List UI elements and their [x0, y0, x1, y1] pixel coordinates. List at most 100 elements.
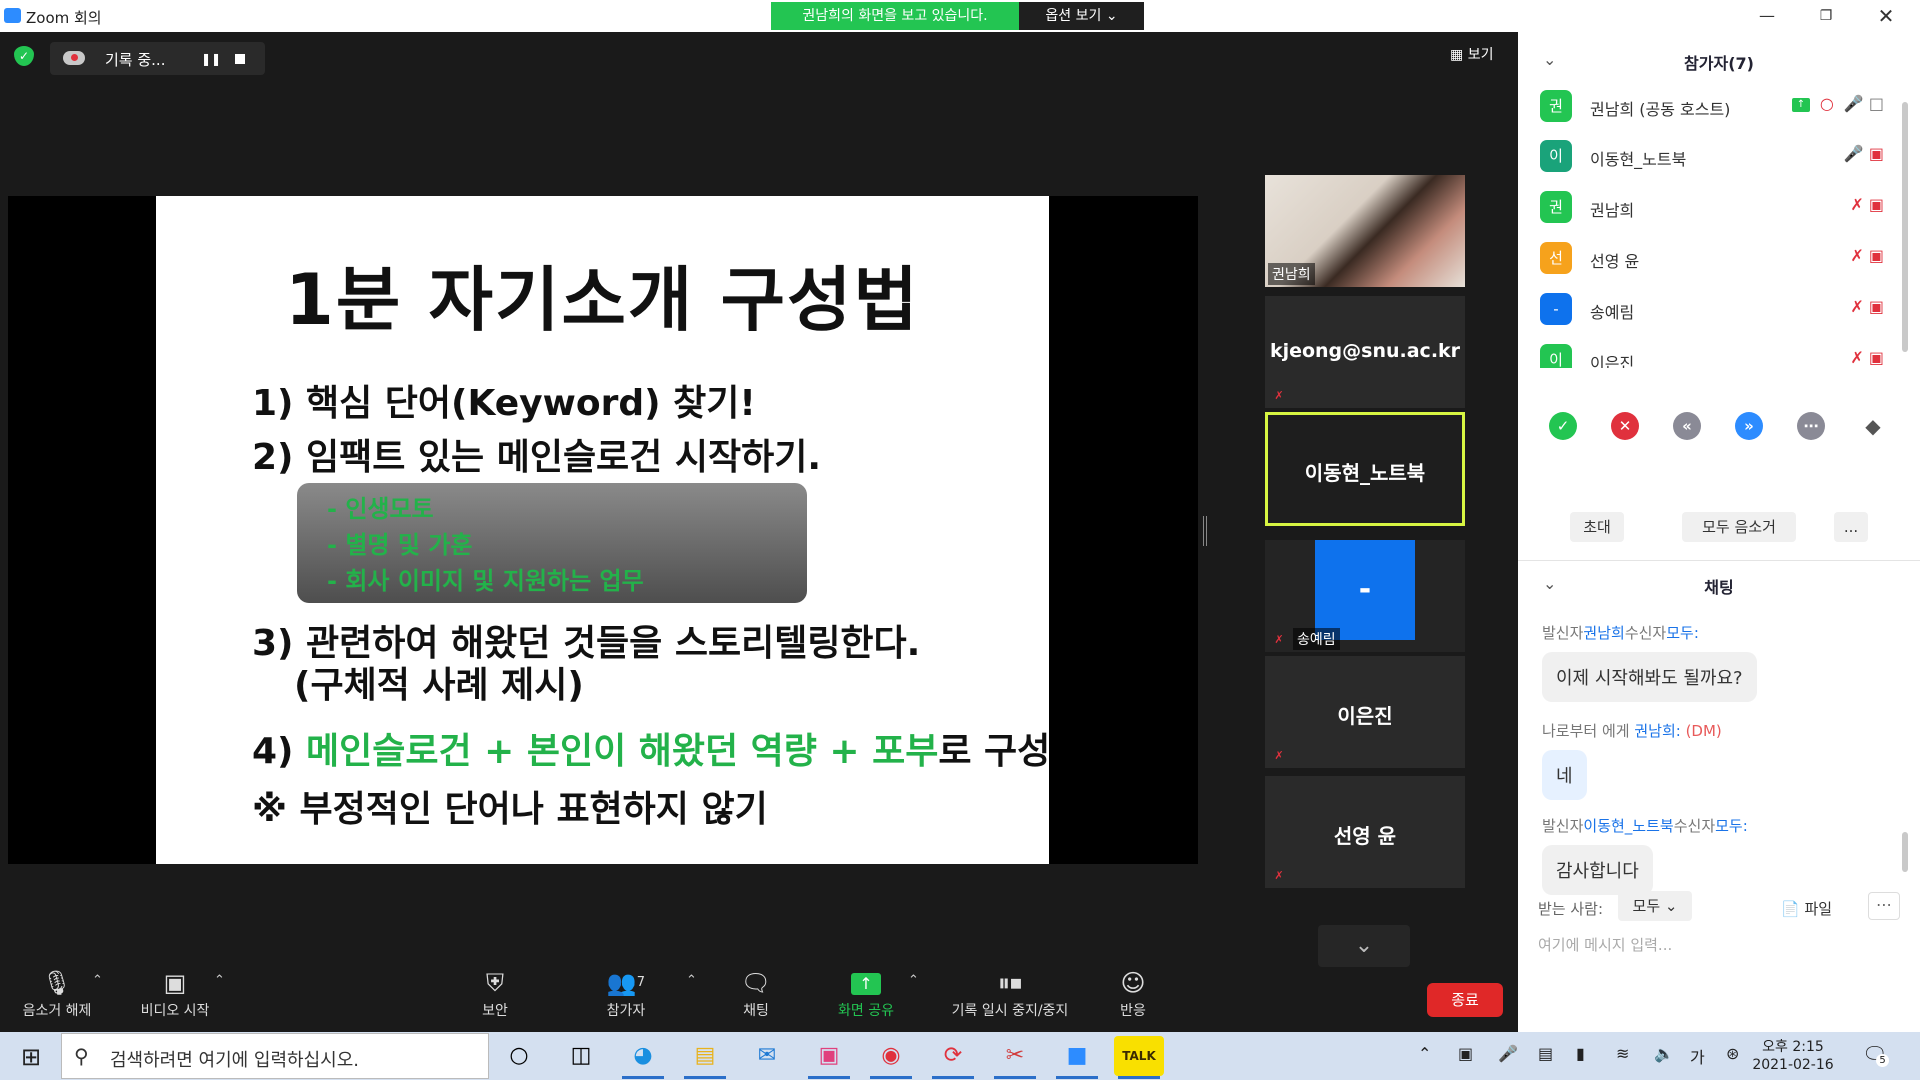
send-to-label: 받는 사람: — [1538, 900, 1604, 918]
screen-tray-icon[interactable]: ▤ — [1538, 1044, 1553, 1063]
no-icon[interactable]: ✕ — [1611, 412, 1639, 440]
snip-tool-icon[interactable]: ✂ — [990, 1036, 1040, 1079]
chat-more-icon[interactable]: ⋯ — [1868, 892, 1900, 920]
go-faster-icon[interactable]: » — [1735, 412, 1763, 440]
tile-name: 이동현_노트북 — [1304, 461, 1426, 485]
chat-scrollbar[interactable] — [1902, 832, 1908, 872]
security-button[interactable]: ⛨ 보안 — [470, 965, 520, 1021]
participant-row[interactable]: - 송예림 ✗ ▣ — [1540, 287, 1900, 331]
zoom-app-icon[interactable]: ■ — [1052, 1036, 1102, 1079]
pause-recording-icon[interactable]: ❚❚ — [200, 48, 222, 70]
security-shield-icon[interactable]: ✓ — [14, 46, 34, 66]
start-video-button[interactable]: ▣ 비디오 시작 — [130, 965, 220, 1021]
camera-tray-icon[interactable]: ▣ — [1458, 1044, 1473, 1063]
chat-button[interactable]: 🗨 채팅 — [733, 965, 779, 1021]
recipient-name[interactable]: 권남희: — [1634, 722, 1680, 740]
restore-icon[interactable]: ❐ — [1806, 4, 1846, 28]
sender-name[interactable]: 이동현_노트북 — [1583, 817, 1673, 835]
messenger-app-icon[interactable]: ▣ — [804, 1036, 854, 1079]
stop-recording-icon[interactable] — [235, 54, 245, 64]
participants-scrollbar[interactable] — [1902, 102, 1908, 352]
sender-name[interactable]: 권남희 — [1583, 624, 1624, 642]
resize-handle[interactable] — [1203, 516, 1207, 546]
collapse-chevron-icon[interactable]: ⌄ — [1543, 574, 1556, 593]
participants-icon: 👥7 — [606, 969, 646, 997]
task-view-icon[interactable]: ◫ — [556, 1036, 606, 1076]
viewing-banner: 권남희의 화면을 보고 있습니다. — [771, 2, 1019, 30]
system-clock[interactable]: 오후 2:15 2021-02-16 — [1748, 1038, 1838, 1074]
unmute-button[interactable]: 🎙 음소거 해제 — [14, 965, 100, 1021]
video-tile[interactable]: 선영 윤 ✗ — [1265, 776, 1465, 888]
record-pause-stop-button[interactable]: ⏸⏹ 기록 일시 중지/중지 — [935, 965, 1085, 1021]
battery-icon[interactable]: ▮ — [1576, 1044, 1585, 1063]
file-button[interactable]: 📄 파일 — [1781, 898, 1832, 919]
share-screen-button[interactable]: ↑ 화면 공유 — [830, 965, 902, 1021]
search-icon: ⚲ — [74, 1044, 89, 1068]
microphone-tray-icon[interactable]: 🎤 — [1498, 1044, 1518, 1063]
meeting-stage: ✓ 기록 중... ❚❚ ▦ 보기 1분 자기소개 구성법 1) 핵심 단어(K… — [0, 32, 1518, 1032]
cortana-icon[interactable]: ○ — [494, 1036, 544, 1076]
end-meeting-button[interactable]: 종료 — [1427, 983, 1503, 1017]
slide-line-4: 4) 메인슬로건 + 본인이 해왔던 역량 + 포부로 구성 — [252, 722, 1050, 774]
yes-icon[interactable]: ✓ — [1549, 412, 1577, 440]
mail-icon[interactable]: ✉ — [742, 1036, 792, 1076]
notification-center-icon[interactable]: 🗨 5 — [1862, 1042, 1889, 1067]
share-options-caret[interactable]: ⌃ — [908, 973, 919, 988]
reactions-button[interactable]: ☺ 반응 — [1110, 965, 1156, 1021]
mute-all-button[interactable]: 모두 음소거 — [1682, 512, 1796, 542]
clock-time: 오후 2:15 — [1762, 1039, 1824, 1055]
scroll-down-button[interactable]: ⌄ — [1318, 925, 1410, 967]
volume-icon[interactable]: 🔈 — [1654, 1044, 1674, 1063]
participant-row[interactable]: 권 권남희 (공동 호스트) ↑ ○ 🎤 □ — [1540, 84, 1900, 128]
participants-button[interactable]: 👥7 참가자 — [595, 965, 657, 1021]
participant-row[interactable]: 이 이동현_노트북 🎤 ▣ — [1540, 134, 1900, 178]
wifi-icon[interactable]: ≋ — [1616, 1044, 1629, 1063]
sync-app-icon[interactable]: ⟳ — [928, 1036, 978, 1079]
chat-app-icon[interactable]: ◉ — [866, 1036, 916, 1079]
participant-row[interactable]: 이 이은진 ✗ ▣ — [1540, 338, 1900, 368]
collapse-chevron-icon[interactable]: ⌄ — [1543, 50, 1556, 69]
slide-line-5: ※ 부정적인 단어나 표현하지 않기 — [252, 789, 768, 830]
video-options-caret[interactable]: ⌃ — [214, 973, 225, 988]
recipient-select[interactable]: 모두 ⌄ — [1618, 891, 1692, 921]
box-item: - 인생모토 — [327, 495, 434, 523]
windows-taskbar: ⊞ ⚲ 검색하려면 여기에 입력하십시오. ○ ◫ ◕ ▤ ✉ ▣ ◉ ⟳ ✂ … — [0, 1032, 1920, 1080]
participant-row[interactable]: 권 권남희 ✗ ▣ — [1540, 185, 1900, 229]
presentation-slide: 1분 자기소개 구성법 1) 핵심 단어(Keyword) 찾기! 2) 임팩트… — [156, 196, 1050, 864]
video-tile[interactable]: - 송예림 ✗ — [1265, 540, 1465, 652]
taskbar-search[interactable]: ⚲ 검색하려면 여기에 입력하십시오. — [61, 1033, 489, 1079]
clear-reactions-icon[interactable]: ◆ — [1859, 412, 1887, 440]
dm-tag: (DM) — [1680, 722, 1722, 740]
kakaotalk-icon[interactable]: TALK — [1114, 1036, 1164, 1079]
participants-options-caret[interactable]: ⌃ — [686, 973, 697, 988]
audio-options-caret[interactable]: ⌃ — [92, 973, 103, 988]
view-options-button[interactable]: 옵션 보기 ⌄ — [1019, 2, 1144, 30]
share-screen-label: 화면 공유 — [838, 1003, 894, 1019]
more-options-button[interactable]: ... — [1834, 512, 1868, 542]
video-tile-camera[interactable]: 권남희 — [1265, 175, 1465, 287]
edge-browser-icon[interactable]: ◕ — [618, 1036, 668, 1079]
show-hidden-icons-icon[interactable]: ⌃ — [1418, 1044, 1431, 1063]
participant-row[interactable]: 선 선영 윤 ✗ ▣ — [1540, 236, 1900, 280]
close-icon[interactable]: ✕ — [1866, 4, 1906, 28]
more-reactions-icon[interactable]: ⋯ — [1797, 412, 1825, 440]
title-bar: Zoom 회의 권남희의 화면을 보고 있습니다. 옵션 보기 ⌄ — ❐ ✕ — [0, 0, 1920, 32]
file-explorer-icon[interactable]: ▤ — [680, 1036, 730, 1079]
participant-status-icons: ↑ ○ 🎤 □ — [1791, 94, 1884, 113]
video-tile[interactable]: kjeong@snu.ac.kr ✗ — [1265, 296, 1465, 408]
minimize-icon[interactable]: — — [1747, 4, 1787, 28]
video-off-icon: ▣ — [1868, 348, 1884, 367]
chat-sender-line: 나로부터 에게 권남희: (DM) — [1542, 720, 1722, 741]
ime-settings-icon[interactable]: ⊛ — [1726, 1044, 1739, 1063]
video-tile[interactable]: 이은진 ✗ — [1265, 656, 1465, 768]
slide-highlight-box: - 인생모토 - 별명 및 가훈 - 회사 이미지 및 지원하는 업무 — [297, 483, 807, 603]
windows-start-icon[interactable]: ⊞ — [8, 1040, 54, 1074]
view-button[interactable]: ▦ 보기 — [1450, 44, 1493, 64]
go-slower-icon[interactable]: « — [1673, 412, 1701, 440]
ime-indicator[interactable]: 가 — [1690, 1044, 1705, 1068]
sharing-icon: ↑ — [1791, 97, 1810, 112]
video-tile-active-speaker[interactable]: 이동현_노트북 — [1265, 412, 1465, 526]
invite-button[interactable]: 초대 — [1570, 512, 1624, 542]
chat-input[interactable] — [1538, 930, 1898, 960]
tile-label: 권남희 — [1268, 263, 1315, 285]
